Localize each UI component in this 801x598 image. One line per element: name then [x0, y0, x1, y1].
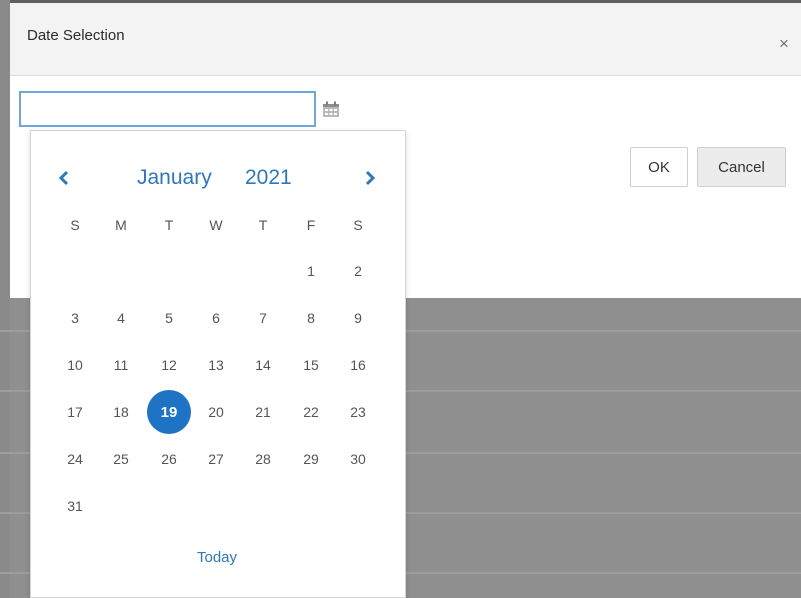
day-cell[interactable]: 29 [289, 437, 333, 481]
day-cell[interactable]: 1 [289, 249, 333, 293]
day-cell[interactable]: 25 [99, 437, 143, 481]
dialog-title: Date Selection [27, 27, 125, 44]
ok-button[interactable]: OK [630, 147, 688, 187]
previous-month-button[interactable] [51, 165, 77, 191]
weekday-label: F [306, 217, 316, 233]
day-cell[interactable]: 21 [241, 390, 285, 434]
day-cell[interactable]: 9 [336, 296, 380, 340]
weekday-label: S [70, 217, 80, 233]
day-cell[interactable]: 30 [336, 437, 380, 481]
day-cell[interactable]: 12 [147, 343, 191, 387]
day-cell[interactable]: 2 [336, 249, 380, 293]
weekday-label: T [258, 217, 268, 233]
day-cell[interactable]: 28 [241, 437, 285, 481]
close-button[interactable]: × [775, 35, 793, 53]
day-cell[interactable]: 22 [289, 390, 333, 434]
day-cell[interactable]: 10 [53, 343, 97, 387]
day-cell[interactable]: 11 [99, 343, 143, 387]
chevron-left-icon [58, 170, 69, 186]
day-cell[interactable]: 3 [53, 296, 97, 340]
day-cell[interactable]: 17 [53, 390, 97, 434]
day-cell[interactable]: 24 [53, 437, 97, 481]
day-cell[interactable]: 26 [147, 437, 191, 481]
day-cell[interactable]: 13 [194, 343, 238, 387]
month-selector[interactable]: January [137, 166, 212, 190]
selected-day-cell[interactable]: 19 [147, 390, 191, 434]
day-cell[interactable]: 23 [336, 390, 380, 434]
day-cell[interactable]: 8 [289, 296, 333, 340]
day-cell[interactable]: 14 [241, 343, 285, 387]
cancel-button[interactable]: Cancel [697, 147, 786, 187]
weekday-label: T [164, 217, 174, 233]
today-link[interactable]: Today [197, 549, 237, 566]
day-cell[interactable]: 31 [53, 484, 97, 528]
datepicker-popup: January 2021 SMTWTFS 1 2 3 4 5 6 7 8 9 10 11 12 13 14… [30, 130, 406, 598]
dialog-header: Date Selection × [10, 3, 801, 76]
date-input[interactable] [19, 91, 316, 127]
weekday-label: W [209, 217, 223, 233]
day-cell[interactable]: 15 [289, 343, 333, 387]
chevron-right-icon [365, 170, 376, 186]
year-selector[interactable]: 2021 [245, 166, 292, 190]
day-cell[interactable]: 18 [99, 390, 143, 434]
day-cell[interactable]: 5 [147, 296, 191, 340]
day-cell[interactable]: 27 [194, 437, 238, 481]
backdrop-edge [0, 0, 10, 598]
day-cell[interactable]: 6 [194, 296, 238, 340]
day-cell[interactable]: 7 [241, 296, 285, 340]
day-cell[interactable]: 4 [99, 296, 143, 340]
day-cell[interactable]: 16 [336, 343, 380, 387]
calendar-icon[interactable] [316, 92, 346, 126]
weekday-label: M [115, 217, 127, 233]
weekday-label: S [353, 217, 363, 233]
day-cell[interactable]: 20 [194, 390, 238, 434]
next-month-button[interactable] [357, 165, 383, 191]
